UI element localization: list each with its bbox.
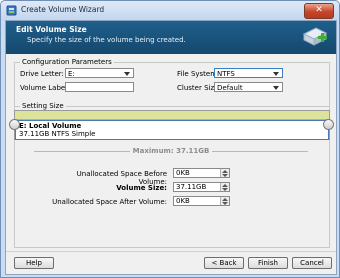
file-system-value: NTFS bbox=[217, 70, 235, 78]
disk-map[interactable]: E: Local Volume 37.11GB NTFS Simple bbox=[14, 110, 330, 140]
volume-size-value: 37.11GB bbox=[176, 183, 207, 191]
volume-info: 37.11GB NTFS Simple bbox=[19, 130, 96, 138]
drive-letter-value: E: bbox=[68, 70, 75, 78]
drive-letter-label: Drive Letter: bbox=[20, 70, 64, 78]
help-button[interactable]: Help bbox=[14, 257, 54, 269]
close-button[interactable]: ✕ bbox=[304, 3, 334, 19]
resize-handle-left[interactable] bbox=[9, 119, 20, 130]
volume-label-label: Volume Label: bbox=[20, 84, 70, 92]
wizard-header: Edit Volume Size Specify the size of the… bbox=[6, 21, 336, 54]
volume-block[interactable]: E: Local Volume 37.11GB NTFS Simple bbox=[15, 120, 329, 140]
volume-name: E: Local Volume bbox=[19, 122, 82, 130]
configuration-group-label: Configuration Parameters bbox=[20, 58, 114, 66]
header-title: Edit Volume Size bbox=[16, 25, 87, 34]
spinner-arrows-icon[interactable] bbox=[220, 183, 229, 191]
finish-label: Finish bbox=[258, 259, 278, 267]
finish-button[interactable]: Finish bbox=[248, 257, 288, 269]
spinner-arrows-icon[interactable] bbox=[220, 169, 229, 177]
help-label: Help bbox=[26, 259, 42, 267]
spinner-arrows-icon[interactable] bbox=[220, 197, 229, 205]
title-bar[interactable]: Create Volume Wizard ✕ bbox=[1, 1, 339, 20]
dropdown-arrow-icon bbox=[273, 72, 279, 76]
maximum-size-value: Maximum: 37.11GB bbox=[129, 147, 213, 155]
unallocated-before-spinner[interactable]: 0KB bbox=[173, 168, 230, 178]
wizard-client: Edit Volume Size Specify the size of the… bbox=[5, 20, 337, 275]
header-subtitle: Specify the size of the volume being cre… bbox=[27, 36, 186, 44]
drive-letter-select[interactable]: E: bbox=[65, 68, 134, 78]
volume-add-icon bbox=[302, 27, 328, 46]
disk-capacity-bar bbox=[15, 111, 329, 120]
dropdown-arrow-icon bbox=[124, 72, 130, 76]
unallocated-after-value: 0KB bbox=[176, 197, 190, 205]
volume-size-label: Volume Size: bbox=[116, 184, 167, 192]
dropdown-arrow-icon bbox=[273, 86, 279, 90]
wizard-app-icon bbox=[6, 5, 17, 16]
file-system-select[interactable]: NTFS bbox=[214, 68, 283, 78]
setting-size-group-label: Setting Size bbox=[20, 102, 66, 110]
cancel-button[interactable]: Cancel bbox=[292, 257, 332, 269]
maximum-size-text: Maximum: 37.11GB bbox=[6, 147, 336, 155]
close-icon: ✕ bbox=[315, 5, 323, 15]
window-title: Create Volume Wizard bbox=[21, 5, 105, 14]
unallocated-before-value: 0KB bbox=[176, 169, 190, 177]
cancel-label: Cancel bbox=[300, 259, 324, 267]
unallocated-after-spinner[interactable]: 0KB bbox=[173, 196, 230, 206]
cluster-size-select[interactable]: Default bbox=[214, 82, 283, 92]
back-button[interactable]: < Back bbox=[204, 257, 244, 269]
volume-size-spinner[interactable]: 37.11GB bbox=[173, 182, 230, 192]
back-label: < Back bbox=[211, 259, 237, 267]
cluster-size-value: Default bbox=[217, 84, 243, 92]
volume-label-input[interactable] bbox=[65, 82, 134, 92]
footer-divider bbox=[6, 251, 336, 252]
unallocated-after-label: Unallocated Space After Volume: bbox=[52, 198, 167, 206]
resize-handle-right[interactable] bbox=[323, 119, 334, 130]
wizard-window: Create Volume Wizard ✕ Edit Volume Size … bbox=[0, 0, 340, 278]
